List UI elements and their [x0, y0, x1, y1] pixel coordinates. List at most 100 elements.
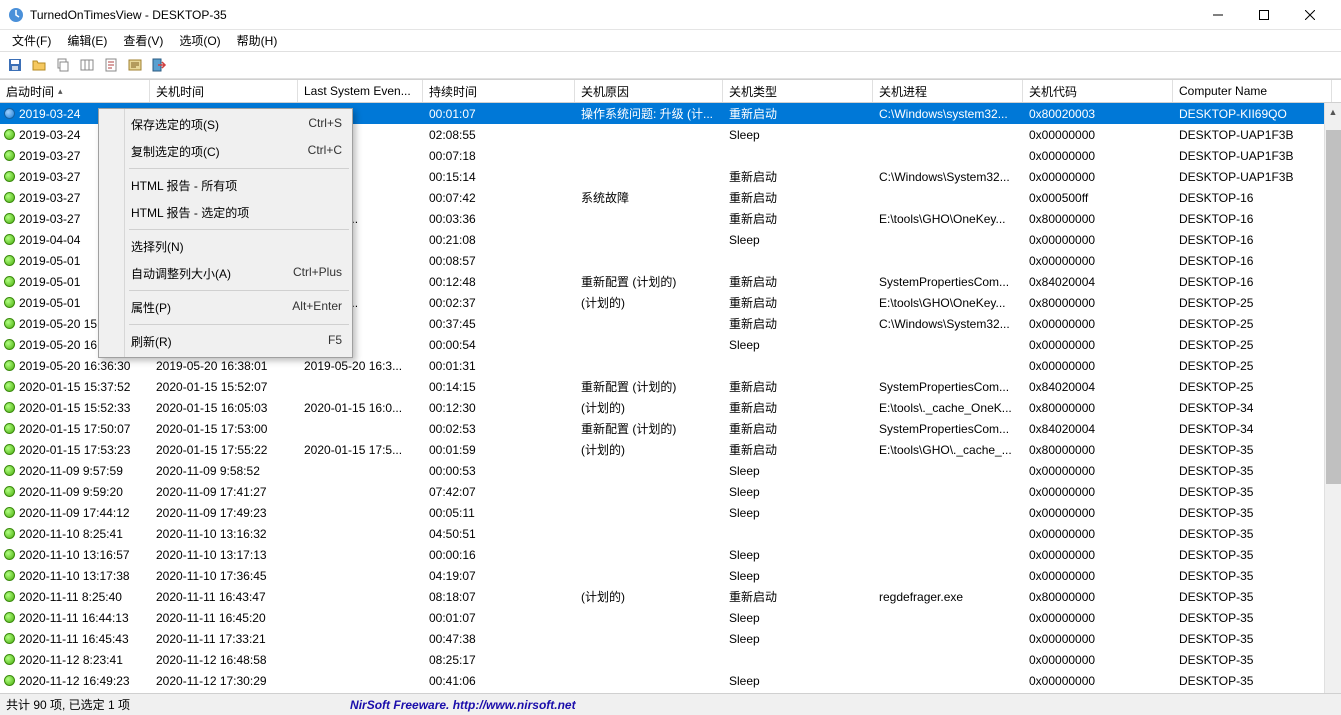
nirsoft-link[interactable]: NirSoft Freeware. http://www.nirsoft.net	[350, 698, 576, 712]
cell: 2020-01-15 16:0...	[298, 399, 423, 417]
status-green-icon	[4, 129, 15, 140]
cell: 2020-01-15 17:50:07	[0, 420, 150, 438]
copy-icon[interactable]	[52, 54, 74, 76]
context-menu-item[interactable]: HTML 报告 - 选定的项	[101, 199, 350, 226]
cell: Sleep	[723, 546, 873, 564]
cell: 2020-01-15 15:52:33	[0, 399, 150, 417]
table-row[interactable]: 2020-11-11 8:25:402020-11-11 16:43:4708:…	[0, 586, 1341, 607]
cell	[873, 364, 1023, 368]
status-green-icon	[4, 507, 15, 518]
cell: 2020-01-15 15:37:52	[0, 378, 150, 396]
status-green-icon	[4, 675, 15, 686]
menu-0[interactable]: 文件(F)	[4, 30, 59, 51]
cell: 0x000500ff	[1023, 189, 1173, 207]
table-row[interactable]: 2020-01-15 15:37:522020-01-15 15:52:0700…	[0, 376, 1341, 397]
table-row[interactable]: 2020-01-15 17:50:072020-01-15 17:53:0000…	[0, 418, 1341, 439]
menu-shortcut: Ctrl+S	[308, 116, 342, 133]
options-icon[interactable]	[124, 54, 146, 76]
table-row[interactable]: 2020-11-11 16:44:132020-11-11 16:45:2000…	[0, 607, 1341, 628]
cell: 00:01:31	[423, 357, 575, 375]
cell: DESKTOP-UAP1F3B	[1173, 147, 1332, 165]
cell: 0x00000000	[1023, 630, 1173, 648]
table-row[interactable]: 2020-11-10 13:17:382020-11-10 17:36:4504…	[0, 565, 1341, 586]
cell: 2020-01-15 15:52:07	[150, 378, 298, 396]
context-menu-item[interactable]: 刷新(R)F5	[101, 328, 350, 355]
cell	[873, 679, 1023, 683]
table-row[interactable]: 2020-11-10 8:25:412020-11-10 13:16:3204:…	[0, 523, 1341, 544]
cell: 操作系统问题: 升级 (计...	[575, 103, 723, 124]
scrollbar-thumb[interactable]	[1326, 130, 1341, 484]
cell: 2020-11-09 9:59:20	[0, 483, 150, 501]
cell	[298, 385, 423, 389]
cell	[873, 637, 1023, 641]
cell: DESKTOP-25	[1173, 315, 1332, 333]
status-blue-icon	[4, 108, 15, 119]
cell	[575, 574, 723, 578]
menu-2[interactable]: 查看(V)	[115, 30, 171, 51]
table-row[interactable]: 2020-11-10 13:16:572020-11-10 13:17:1300…	[0, 544, 1341, 565]
column-header-6[interactable]: 关机进程	[873, 80, 1023, 102]
exit-icon[interactable]	[148, 54, 170, 76]
context-menu-item[interactable]: 自动调整列大小(A)Ctrl+Plus	[101, 260, 350, 287]
status-green-icon	[4, 570, 15, 581]
cell: E:\tools\._cache_OneK...	[873, 399, 1023, 417]
cell: 00:12:30	[423, 399, 575, 417]
cell: Sleep	[723, 567, 873, 585]
cell: 0x84020004	[1023, 378, 1173, 396]
column-header-4[interactable]: 关机原因	[575, 80, 723, 102]
column-header-1[interactable]: 关机时间	[150, 80, 298, 102]
status-green-icon	[4, 591, 15, 602]
menu-label: HTML 报告 - 选定的项	[131, 204, 342, 221]
cell: 08:18:07	[423, 588, 575, 606]
maximize-button[interactable]	[1241, 0, 1287, 30]
column-header-3[interactable]: 持续时间	[423, 80, 575, 102]
status-green-icon	[4, 213, 15, 224]
table-row[interactable]: 2020-01-15 15:52:332020-01-15 16:05:0320…	[0, 397, 1341, 418]
cell: (计划的)	[575, 586, 723, 607]
column-header-5[interactable]: 关机类型	[723, 80, 873, 102]
cell: 2020-11-10 13:17:13	[150, 546, 298, 564]
table-row[interactable]: 2020-11-09 9:59:202020-11-09 17:41:2707:…	[0, 481, 1341, 502]
cell: Sleep	[723, 483, 873, 501]
context-menu-item[interactable]: 复制选定的项(C)Ctrl+C	[101, 138, 350, 165]
status-green-icon	[4, 297, 15, 308]
cell: 00:05:11	[423, 504, 575, 522]
cell: 重新启动	[723, 586, 873, 607]
column-header-2[interactable]: Last System Even...	[298, 80, 423, 102]
columns-icon[interactable]	[76, 54, 98, 76]
column-header-0[interactable]: 启动时间▴	[0, 80, 150, 102]
table-row[interactable]: 2020-11-12 8:23:412020-11-12 16:48:5808:…	[0, 649, 1341, 670]
context-menu-item[interactable]: 保存选定的项(S)Ctrl+S	[101, 111, 350, 138]
cell	[575, 238, 723, 242]
table-row[interactable]: 2020-11-09 17:44:122020-11-09 17:49:2300…	[0, 502, 1341, 523]
table-row[interactable]: 2020-11-11 16:45:432020-11-11 17:33:2100…	[0, 628, 1341, 649]
context-menu-item[interactable]: 属性(P)Alt+Enter	[101, 294, 350, 321]
open-icon[interactable]	[28, 54, 50, 76]
table-row[interactable]: 2020-11-12 16:49:232020-11-12 17:30:2900…	[0, 670, 1341, 691]
column-header-7[interactable]: 关机代码	[1023, 80, 1173, 102]
statusbar: 共计 90 项, 已选定 1 项 NirSoft Freeware. http:…	[0, 693, 1341, 715]
menu-4[interactable]: 帮助(H)	[229, 30, 286, 51]
menu-3[interactable]: 选项(O)	[171, 30, 228, 51]
save-icon[interactable]	[4, 54, 26, 76]
properties-icon[interactable]	[100, 54, 122, 76]
context-menu-item[interactable]: HTML 报告 - 所有项	[101, 172, 350, 199]
close-button[interactable]	[1287, 0, 1333, 30]
context-menu-item[interactable]: 选择列(N)	[101, 233, 350, 260]
cell: 2020-11-09 9:58:52	[150, 462, 298, 480]
cell: 重新启动	[723, 397, 873, 418]
cell: 04:50:51	[423, 525, 575, 543]
minimize-button[interactable]	[1195, 0, 1241, 30]
scrollbar[interactable]: ▲	[1324, 103, 1341, 693]
menu-1[interactable]: 编辑(E)	[59, 30, 115, 51]
column-header-8[interactable]: Computer Name	[1173, 80, 1332, 102]
table-row[interactable]: 2020-11-09 9:57:592020-11-09 9:58:5200:0…	[0, 460, 1341, 481]
cell: 重新启动	[723, 418, 873, 439]
cell: 重新启动	[723, 166, 873, 187]
table-row[interactable]: 2020-01-15 17:53:232020-01-15 17:55:2220…	[0, 439, 1341, 460]
table-row[interactable]: 2019-05-20 16:36:302019-05-20 16:38:0120…	[0, 355, 1341, 376]
scroll-up-icon[interactable]: ▲	[1325, 103, 1341, 120]
cell: SystemPropertiesCom...	[873, 420, 1023, 438]
cell	[873, 469, 1023, 473]
cell: 2020-01-15 17:53:00	[150, 420, 298, 438]
